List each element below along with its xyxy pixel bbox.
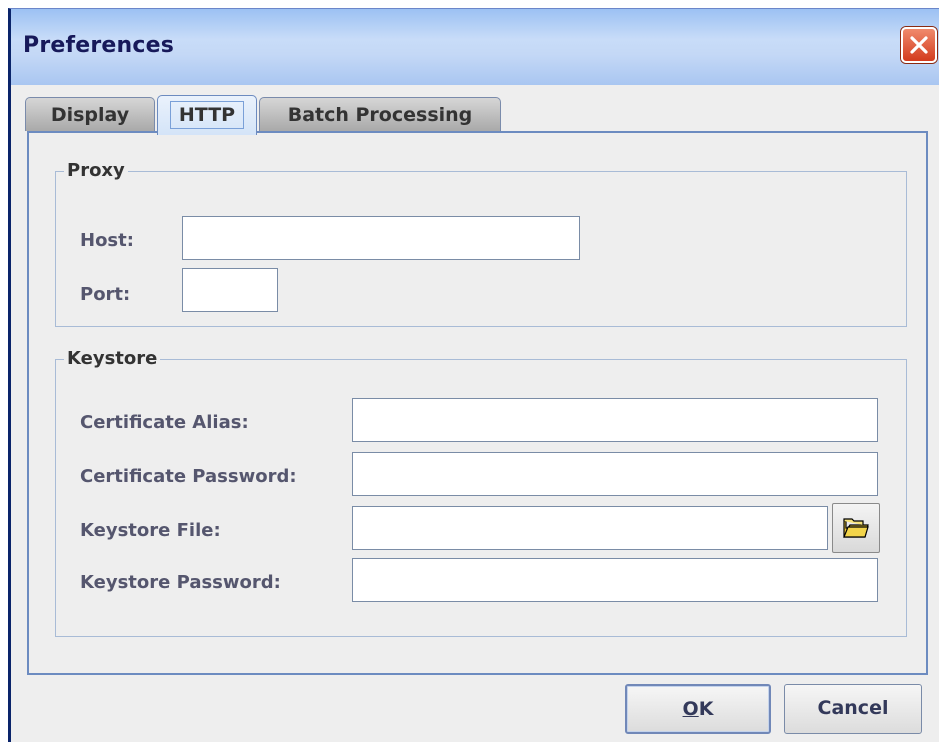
tab-http-label: HTTP <box>169 101 245 129</box>
port-input[interactable] <box>182 268 278 312</box>
proxy-legend: Proxy <box>64 160 128 181</box>
keystore-legend: Keystore <box>64 348 161 369</box>
window-title: Preferences <box>23 33 175 58</box>
certificate-password-input[interactable] <box>352 452 878 496</box>
close-button[interactable] <box>901 27 937 63</box>
http-tab-panel: Proxy Host: Port: Keystore Certificate A… <box>27 131 928 675</box>
host-input[interactable] <box>182 216 580 260</box>
certificate-alias-label: Certificate Alias: <box>80 412 249 433</box>
cancel-button[interactable]: Cancel <box>784 684 922 734</box>
keystore-file-input[interactable] <box>352 506 828 550</box>
certificate-password-label: Certificate Password: <box>80 466 297 487</box>
tab-batch-processing-label: Batch Processing <box>287 104 473 126</box>
tab-http[interactable]: HTTP <box>157 95 257 135</box>
port-label: Port: <box>80 284 131 305</box>
cancel-label: Cancel <box>817 697 889 719</box>
tab-display-label: Display <box>50 104 130 126</box>
folder-icon <box>843 518 869 538</box>
tab-display[interactable]: Display <box>25 97 155 131</box>
close-icon <box>910 36 928 54</box>
tab-batch-processing[interactable]: Batch Processing <box>259 97 501 131</box>
title-bar[interactable]: Preferences <box>11 9 939 85</box>
keystore-group: Keystore Certificate Alias: Certificate … <box>55 348 907 637</box>
keystore-password-label: Keystore Password: <box>80 572 281 593</box>
browse-keystore-button[interactable] <box>832 503 880 553</box>
certificate-alias-input[interactable] <box>352 398 878 442</box>
keystore-password-input[interactable] <box>352 558 878 602</box>
preferences-dialog: Preferences Display HTTP Batch Processin… <box>8 8 939 742</box>
proxy-group: Proxy Host: Port: <box>55 160 907 327</box>
host-label: Host: <box>80 230 134 251</box>
ok-mnemonic: O <box>682 698 699 720</box>
ok-button[interactable]: OK <box>625 684 771 734</box>
keystore-file-label: Keystore File: <box>80 520 221 541</box>
ok-label-rest: K <box>698 698 714 720</box>
